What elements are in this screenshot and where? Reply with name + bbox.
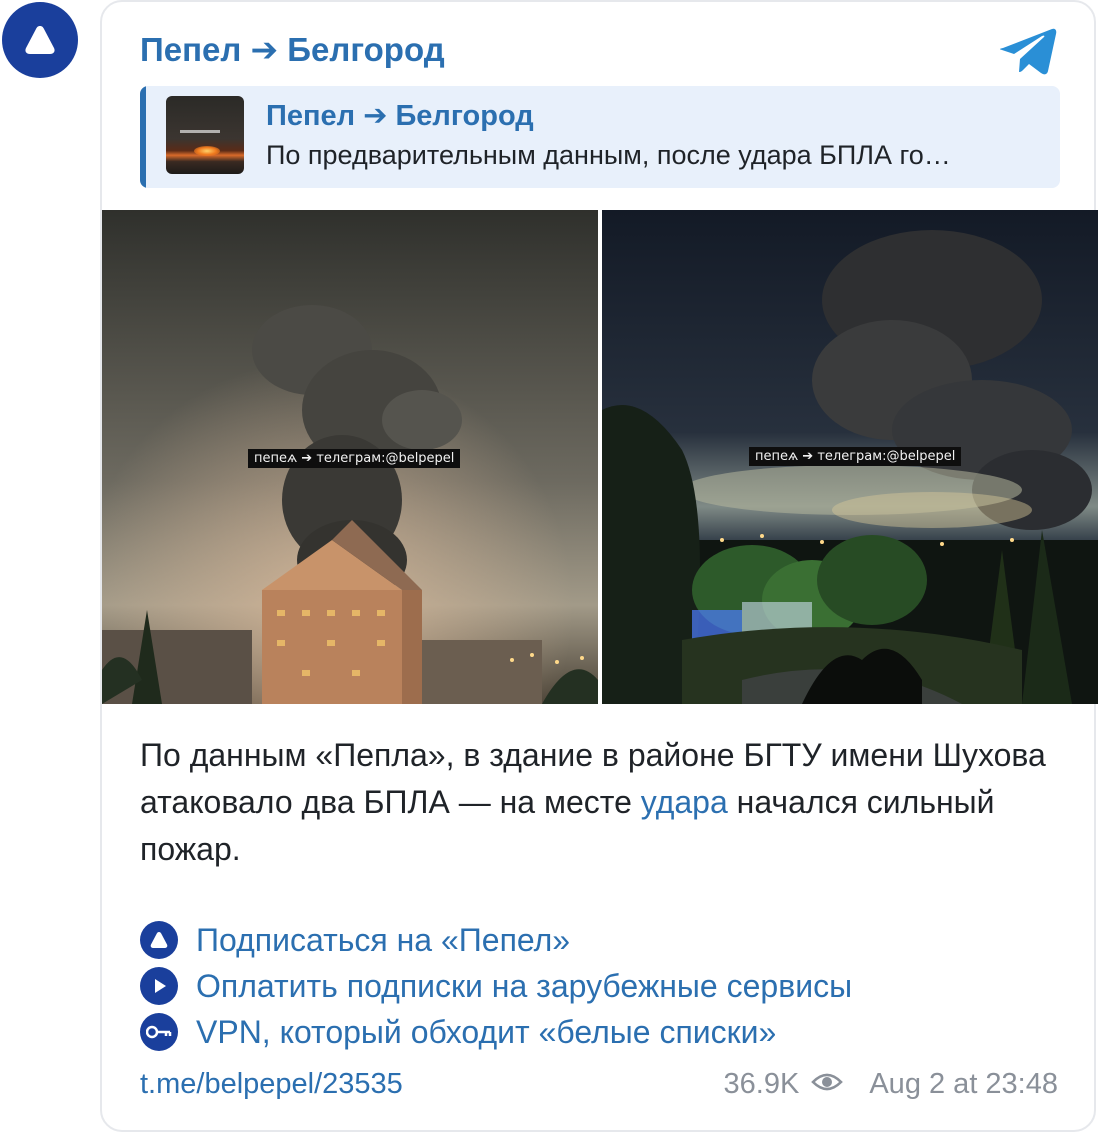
message-card: Пепел ➔ Белгород Пепел ➔ Белгород По пре… (100, 0, 1098, 1132)
reply-title: Пепел ➔ Белгород (266, 100, 534, 132)
photo-1[interactable]: пепеѧ ➔ телеграм:@belpepel (102, 210, 598, 704)
post-timestamp: Aug 2 at 23:48 (869, 1068, 1058, 1100)
promo-label: VPN, который обходит «белые списки» (196, 1013, 777, 1050)
promo-vpn[interactable]: VPN, который обходит «белые списки» (140, 1012, 776, 1052)
post-text: По данным «Пепла», в здание в районе БГТ… (140, 732, 1070, 873)
promo-subscribe[interactable]: Подписаться на «Пепел» (140, 920, 570, 960)
reply-accent-bar (140, 86, 146, 188)
play-icon (140, 967, 178, 1005)
telegram-icon[interactable] (999, 26, 1058, 81)
post-meta: 36.9K Aug 2 at 23:48 (724, 1068, 1058, 1101)
promo-payments[interactable]: Оплатить подписки на зарубежные сервисы (140, 966, 852, 1006)
post-link[interactable]: t.me/belpepel/23535 (140, 1068, 403, 1101)
promo-label: Подписаться на «Пепел» (196, 921, 571, 958)
channel-avatar[interactable] (2, 2, 78, 78)
eye-icon (811, 1068, 844, 1101)
reply-thumbnail (166, 96, 244, 174)
photo-watermark: пепеѧ ➔ телеграм:@belpepel (749, 447, 962, 466)
triangle-logo-icon (140, 921, 178, 959)
inline-link[interactable]: удара (641, 784, 728, 820)
key-icon (140, 1013, 178, 1051)
photo-watermark: пепеѧ ➔ телеграм:@belpepel (248, 449, 461, 468)
view-count: 36.9K (723, 1068, 800, 1100)
channel-title[interactable]: Пепел ➔ Белгород (140, 30, 445, 69)
triangle-logo-icon (25, 26, 55, 54)
promo-label: Оплатить подписки на зарубежные сервисы (196, 967, 853, 1004)
reply-preview-text: По предварительным данным, после удара Б… (266, 140, 951, 170)
photo-2[interactable]: пепеѧ ➔ телеграм:@belpepel (602, 210, 1098, 704)
reply-quote[interactable]: Пепел ➔ Белгород По предварительным данн… (140, 86, 1060, 188)
